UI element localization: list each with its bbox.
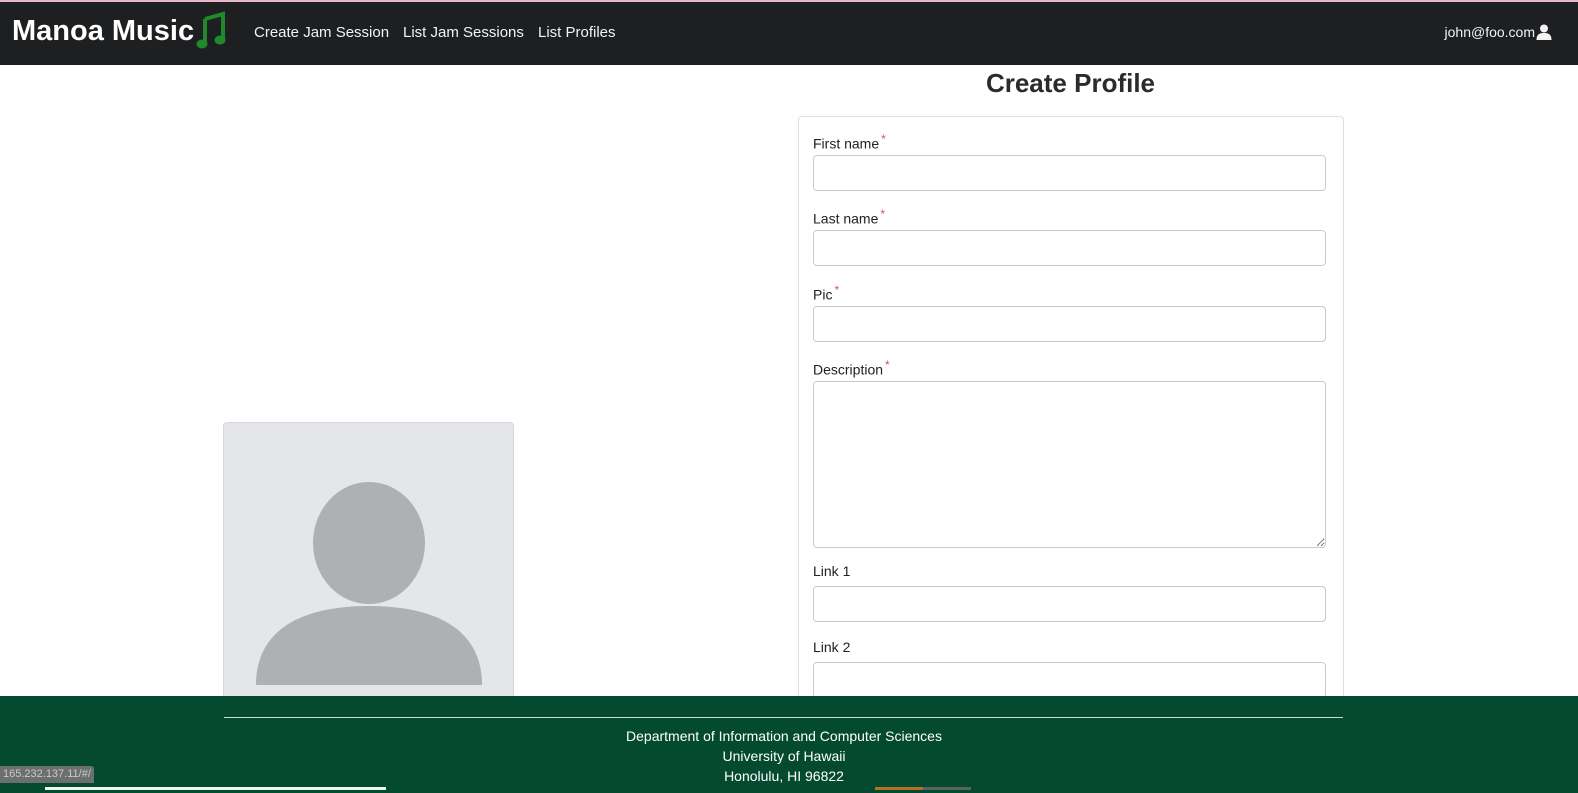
footer-university: University of Hawaii <box>722 748 846 764</box>
description-label-text: Description <box>813 361 884 378</box>
nav-create-jam-session[interactable]: Create Jam Session <box>254 24 389 41</box>
description-label: Description * <box>813 358 890 378</box>
user-menu[interactable]: john@foo.com <box>1445 24 1552 40</box>
brand[interactable]: Manoa Music <box>12 10 230 52</box>
footer: Department of Information and Computer S… <box>0 696 1578 793</box>
taskbar-segment <box>45 787 386 790</box>
pic-field[interactable] <box>813 306 1326 342</box>
user-email[interactable]: john@foo.com <box>1445 24 1535 40</box>
nav-list-jam-sessions[interactable]: List Jam Sessions <box>403 24 524 41</box>
link-2-label: Link 2 <box>813 639 850 655</box>
nav-list-profiles[interactable]: List Profiles <box>538 24 616 41</box>
description-field[interactable] <box>813 381 1326 548</box>
music-note-icon <box>196 11 226 49</box>
first-name-label: First name * <box>813 132 886 152</box>
user-icon <box>1536 24 1552 40</box>
status-bar-url: 165.232.137.11/#/ <box>0 766 94 783</box>
first-name-label-text: First name <box>813 135 880 152</box>
last-name-label: Last name * <box>813 207 885 227</box>
last-name-label-text: Last name <box>813 210 879 227</box>
last-name-field[interactable] <box>813 230 1326 266</box>
link-1-field[interactable] <box>813 586 1326 622</box>
required-marker: * <box>880 207 886 221</box>
taskbar-segment <box>923 787 971 790</box>
required-marker: * <box>885 358 890 372</box>
pic-label-text: Pic <box>813 286 833 303</box>
link-1-label: Link 1 <box>813 563 850 579</box>
profile-image-placeholder <box>223 422 514 704</box>
footer-department: Department of Information and Computer S… <box>626 728 942 744</box>
brand-name[interactable]: Manoa Music <box>12 15 194 48</box>
footer-address: Honolulu, HI 96822 <box>724 768 844 784</box>
link-2-field[interactable] <box>813 662 1326 698</box>
avatar-placeholder-icon <box>256 482 482 685</box>
required-marker: * <box>834 283 840 297</box>
navbar: Manoa Music Create Jam Session List Jam … <box>0 2 1578 65</box>
pic-label: Pic * <box>813 283 839 303</box>
required-marker: * <box>881 132 886 146</box>
create-profile-form: First name * Last name * Pic * Description *… <box>798 116 1344 708</box>
taskbar-segment <box>875 787 923 790</box>
link-1-label-text: Link 1 <box>813 563 851 579</box>
first-name-field[interactable] <box>813 155 1326 191</box>
link-2-label-text: Link 2 <box>813 639 851 655</box>
page-title: Create Profile <box>985 68 1156 98</box>
footer-divider <box>224 717 1343 718</box>
